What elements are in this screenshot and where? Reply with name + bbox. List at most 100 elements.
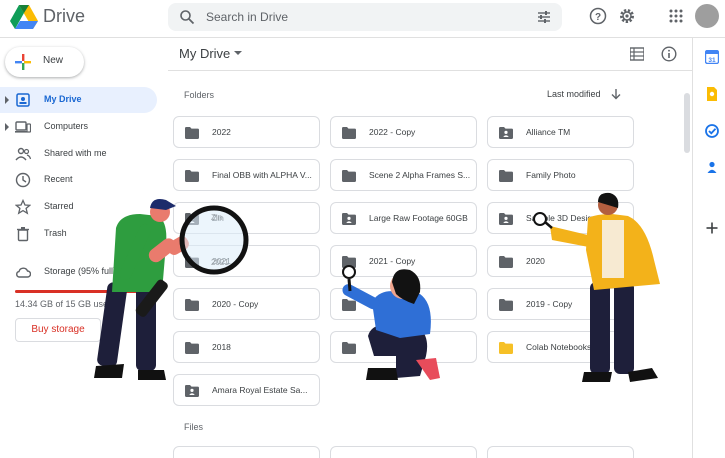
sidebar-item-label: Computers xyxy=(44,121,89,131)
add-addon-icon[interactable] xyxy=(705,221,719,235)
sidebar-item-label: Trash xyxy=(44,228,67,238)
folder-card[interactable]: 2018 xyxy=(173,331,320,363)
sidebar-item-shared[interactable]: Shared with me xyxy=(0,141,157,167)
folder-name: Family Photo xyxy=(526,170,576,180)
folder-card[interactable]: Large Raw Footage 60GB xyxy=(330,202,477,234)
calendar-icon[interactable]: 31 xyxy=(705,50,719,64)
shared-folder-icon xyxy=(499,127,513,139)
search-input[interactable] xyxy=(206,7,506,27)
computers-icon xyxy=(15,121,31,133)
svg-text:?: ? xyxy=(595,12,601,23)
folder-icon xyxy=(185,342,199,354)
folder-name: Sample 3D Design xyxy=(526,213,597,223)
my-drive-icon xyxy=(16,93,30,107)
list-view-icon[interactable] xyxy=(630,47,644,61)
folder-card[interactable]: 2022 xyxy=(173,116,320,148)
folder-name: 2019 - Copy xyxy=(526,299,573,309)
folder-name: 2020 - Copy xyxy=(212,299,259,309)
breadcrumb-dropdown-icon[interactable] xyxy=(234,51,242,55)
storage-label: Storage (95% full) xyxy=(44,266,117,276)
sidebar-item-my-drive[interactable]: My Drive xyxy=(0,87,157,113)
keep-icon[interactable] xyxy=(705,87,719,101)
expand-caret-icon[interactable] xyxy=(5,123,9,131)
help-icon[interactable]: ? xyxy=(589,7,607,25)
top-bar: Drive ? xyxy=(0,0,725,38)
new-button[interactable]: New xyxy=(5,47,84,77)
folder-icon xyxy=(342,127,356,139)
folder-card[interactable]: Sample 3D Design xyxy=(487,202,634,234)
folder-card[interactable]: 2020 xyxy=(487,245,634,277)
folder-card[interactable]: 2020 - Copy xyxy=(173,288,320,320)
breadcrumb[interactable]: My Drive xyxy=(179,46,230,61)
folder-name: 2018 xyxy=(212,342,231,352)
folder-card[interactable]: Amara Royal Estate Sa... xyxy=(173,374,320,406)
folder-card[interactable] xyxy=(330,288,477,320)
folder-name: Large Raw Footage 60GB xyxy=(369,213,468,223)
sidebar-item-label: Recent xyxy=(44,174,73,184)
file-card[interactable] xyxy=(330,446,477,458)
folder-card[interactable]: Zin xyxy=(173,202,320,234)
sidebar-item-starred[interactable]: Starred xyxy=(0,194,157,220)
tasks-icon[interactable] xyxy=(705,124,719,138)
storage-progress-fill xyxy=(15,290,139,293)
folder-name: Scene 2 Alpha Frames S... xyxy=(369,170,471,180)
file-card[interactable] xyxy=(173,446,320,458)
tune-icon[interactable] xyxy=(536,9,552,25)
shared-folder-icon xyxy=(185,385,199,397)
shared-folder-icon xyxy=(499,213,513,225)
folder-icon xyxy=(185,127,199,139)
sidebar-item-computers[interactable]: Computers xyxy=(0,114,157,140)
folder-card[interactable]: 2021 xyxy=(173,245,320,277)
sort-by-label[interactable]: Last modified xyxy=(547,89,601,99)
settings-icon[interactable] xyxy=(618,7,636,25)
header-divider xyxy=(168,70,692,71)
storage-usage-text: 14.34 GB of 15 GB used xyxy=(15,299,114,309)
folder-card[interactable]: 2021 - Copy xyxy=(330,245,477,277)
file-card[interactable] xyxy=(487,446,634,458)
sort-direction-arrow-icon[interactable] xyxy=(610,88,622,100)
sidebar-item-label: Shared with me xyxy=(44,148,107,158)
folder-card[interactable]: Alliance TM xyxy=(487,116,634,148)
drive-logo-icon[interactable] xyxy=(10,5,38,29)
folder-name: 2021 xyxy=(212,256,231,266)
folder-name: Amara Royal Estate Sa... xyxy=(212,385,308,395)
search-icon[interactable] xyxy=(179,9,195,25)
sidebar-item-label: My Drive xyxy=(44,94,82,104)
folder-card[interactable]: Colab Notebooks xyxy=(487,331,634,363)
folder-icon xyxy=(342,299,356,311)
expand-caret-icon[interactable] xyxy=(5,96,9,104)
buy-storage-button[interactable]: Buy storage xyxy=(15,318,101,342)
sidebar-item-storage[interactable]: Storage (95% full) xyxy=(0,259,157,285)
folder-card[interactable]: 2022 - Copy xyxy=(330,116,477,148)
folder-icon xyxy=(185,256,199,268)
folder-card[interactable]: 2019 - Copy xyxy=(487,288,634,320)
sidebar-item-recent[interactable]: Recent xyxy=(0,167,157,193)
side-panel-divider xyxy=(692,38,693,458)
folder-name: Alliance TM xyxy=(526,127,571,137)
folder-card[interactable]: Scene 2 Alpha Frames S... xyxy=(330,159,477,191)
storage-progress-bar xyxy=(15,290,145,293)
folder-card[interactable]: Final OBB with ALPHA V... xyxy=(173,159,320,191)
sidebar-item-trash[interactable]: Trash xyxy=(0,221,157,247)
search-bar[interactable] xyxy=(168,3,562,31)
info-icon[interactable] xyxy=(661,46,677,62)
new-button-label: New xyxy=(43,55,64,66)
folder-icon xyxy=(499,299,513,311)
shared-icon xyxy=(15,147,31,161)
shared-folder-icon xyxy=(185,213,199,225)
folder-card[interactable]: Family Photo xyxy=(487,159,634,191)
folder-icon xyxy=(185,299,199,311)
scrollbar-thumb[interactable] xyxy=(684,93,690,153)
plus-icon xyxy=(15,54,31,70)
apps-icon[interactable] xyxy=(667,7,685,25)
folder-card[interactable] xyxy=(330,331,477,363)
contacts-icon[interactable] xyxy=(705,160,719,174)
avatar[interactable] xyxy=(695,4,719,28)
app-title: Drive xyxy=(43,6,86,26)
folder-name: 2022 - Copy xyxy=(369,127,416,137)
folder-icon xyxy=(342,342,356,354)
folder-name: 2021 - Copy xyxy=(369,256,416,266)
folder-name: Final OBB with ALPHA V... xyxy=(212,170,312,180)
folder-icon xyxy=(185,170,199,182)
folder-icon xyxy=(499,170,513,182)
